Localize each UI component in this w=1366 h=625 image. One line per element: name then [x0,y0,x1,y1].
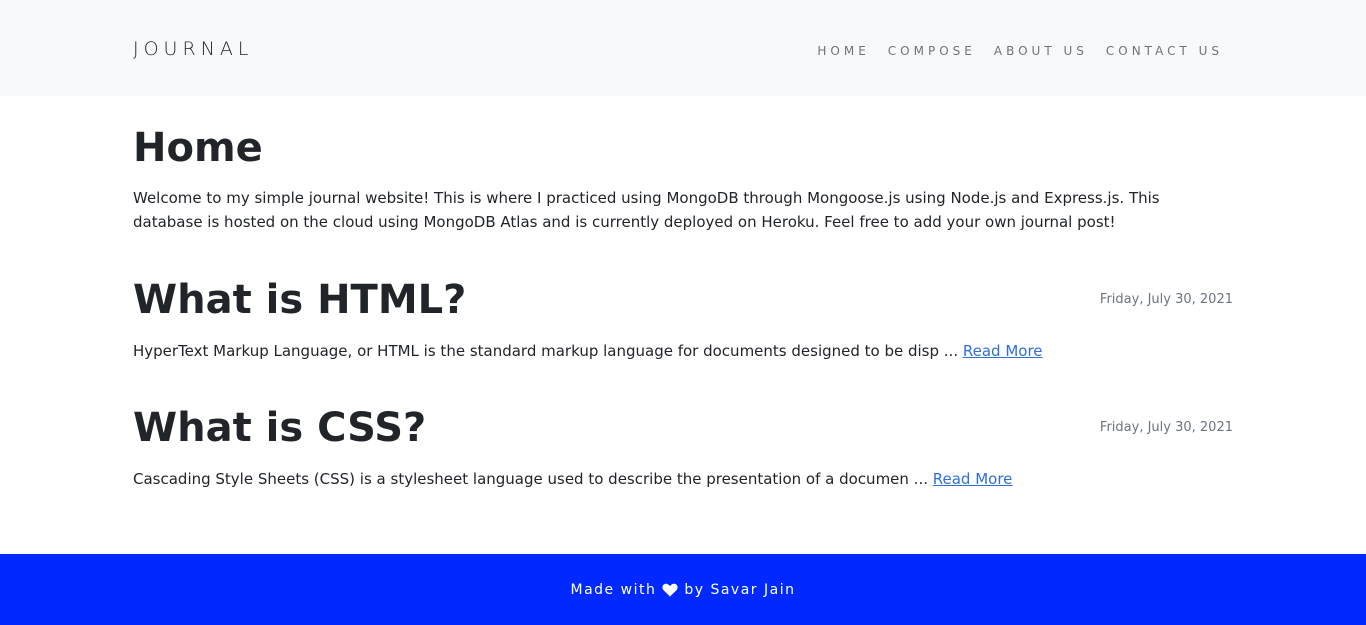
post-card: What is CSS? Friday, July 30, 2021 Casca… [133,402,1233,512]
nav-link-home[interactable]: HOME [817,44,869,58]
footer-text-suffix: by Savar Jain [684,581,796,598]
post-excerpt: Cascading Style Sheets (CSS) is a styles… [133,467,1012,491]
brand-logo[interactable]: JOURNAL [133,36,253,62]
nav-link-contact-us[interactable]: CONTACT US [1106,44,1223,58]
post-title: What is CSS? [133,405,427,451]
navbar: JOURNAL HOME COMPOSE ABOUT US CONTACT US [0,0,1366,96]
read-more-link[interactable]: Read More [963,342,1043,360]
intro-text: Welcome to my simple journal website! Th… [133,189,1160,231]
post-excerpt-text: Cascading Style Sheets (CSS) is a styles… [133,470,933,488]
nav-item-contact-us: CONTACT US [1106,40,1223,60]
heart-icon [662,583,678,597]
nav-link-about-us[interactable]: ABOUT US [994,44,1088,58]
footer-text-prefix: Made with [570,581,657,598]
footer: Made with by Savar Jain [0,554,1366,625]
nav-menu: HOME COMPOSE ABOUT US CONTACT US [817,40,1223,60]
nav-item-home: HOME [817,40,869,60]
nav-link-compose[interactable]: COMPOSE [888,44,976,58]
read-more-link[interactable]: Read More [933,470,1013,488]
post-title: What is HTML? [133,277,467,323]
post-excerpt-text: HyperText Markup Language, or HTML is th… [133,342,963,360]
post-date: Friday, July 30, 2021 [1099,420,1233,435]
post-excerpt: HyperText Markup Language, or HTML is th… [133,339,1043,363]
nav-item-about-us: ABOUT US [994,40,1088,60]
page-title: Home [133,125,263,171]
nav-item-compose: COMPOSE [888,40,976,60]
post-date: Friday, July 30, 2021 [1099,292,1233,307]
post-card: What is HTML? Friday, July 30, 2021 Hype… [133,274,1233,384]
